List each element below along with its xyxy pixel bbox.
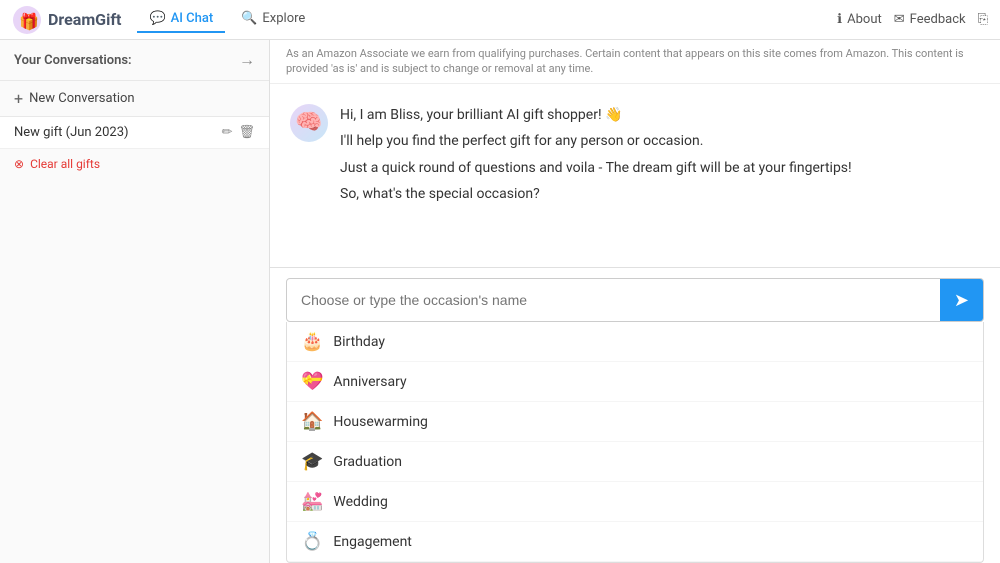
message-line-2: I'll help you find the perfect gift for … <box>340 130 852 152</box>
logo: 🎁 DreamGift <box>12 5 121 35</box>
tab-explore[interactable]: 🔍 Explore <box>229 6 317 33</box>
avatar: 🧠 <box>290 104 328 142</box>
sidebar-header: Your Conversations: → <box>0 40 269 81</box>
conversation-item[interactable]: New gift (Jun 2023) ✏ 🗑 <box>0 117 269 149</box>
edit-icon[interactable]: ✏ <box>222 125 233 140</box>
nav-right: ℹ About ✉ Feedback ⎘ <box>837 12 988 27</box>
send-button[interactable]: ➤ <box>940 279 983 321</box>
engagement-label: Engagement <box>333 534 411 550</box>
input-row: ➤ <box>286 278 984 322</box>
about-button[interactable]: ℹ About <box>837 12 882 27</box>
sidebar-title: Your Conversations: <box>14 53 132 68</box>
wedding-label: Wedding <box>333 494 387 510</box>
wedding-emoji: 💒 <box>301 491 323 512</box>
occasion-input[interactable] <box>287 282 940 318</box>
tab-explore-label: Explore <box>262 11 305 26</box>
new-conversation-label: New Conversation <box>29 91 135 106</box>
message-bubble: Hi, I am Bliss, your brilliant AI gift s… <box>340 104 852 210</box>
feedback-icon: ✉ <box>894 12 905 27</box>
ai-chat-icon: 💬 <box>149 11 165 26</box>
clear-gifts-button[interactable]: ⊗ Clear all gifts <box>0 149 269 179</box>
housewarming-label: Housewarming <box>333 414 428 430</box>
new-conversation-button[interactable]: + New Conversation <box>0 81 269 117</box>
conversation-actions: ✏ 🗑 <box>222 125 255 140</box>
occasion-engagement[interactable]: 💍 Engagement <box>287 522 983 562</box>
clear-gifts-label: Clear all gifts <box>30 157 100 171</box>
chat-messages: 🧠 Hi, I am Bliss, your brilliant AI gift… <box>270 84 1000 267</box>
graduation-label: Graduation <box>333 454 402 470</box>
feedback-button[interactable]: ✉ Feedback <box>894 12 966 27</box>
clear-icon: ⊗ <box>14 157 24 171</box>
occasion-wedding[interactable]: 💒 Wedding <box>287 482 983 522</box>
share-button[interactable]: ⎘ <box>978 12 988 27</box>
logo-icon: 🎁 <box>12 5 42 35</box>
occasion-anniversary[interactable]: 💝 Anniversary <box>287 362 983 402</box>
birthday-label: Birthday <box>333 334 385 350</box>
message-line-1: Hi, I am Bliss, your brilliant AI gift s… <box>340 104 852 126</box>
input-area: ➤ 🎂 Birthday 💝 Anniversary 🏠 Housewarmin… <box>270 267 1000 563</box>
occasion-housewarming[interactable]: 🏠 Housewarming <box>287 402 983 442</box>
logo-text: DreamGift <box>48 10 121 29</box>
disclaimer-bar: As an Amazon Associate we earn from qual… <box>270 40 1000 84</box>
plus-icon: + <box>14 89 23 108</box>
message-line-4: So, what's the special occasion? <box>340 183 852 205</box>
delete-icon[interactable]: 🗑 <box>238 125 255 140</box>
occasion-dropdown: 🎂 Birthday 💝 Anniversary 🏠 Housewarming … <box>286 322 984 563</box>
main-layout: Your Conversations: → + New Conversation… <box>0 40 1000 563</box>
chat-area: As an Amazon Associate we earn from qual… <box>270 40 1000 563</box>
share-icon: ⎘ <box>978 12 988 27</box>
anniversary-emoji: 💝 <box>301 371 323 392</box>
nav-tabs: 💬 AI Chat 🔍 Explore <box>137 6 837 33</box>
message-line-3: Just a quick round of questions and voil… <box>340 157 852 179</box>
housewarming-emoji: 🏠 <box>301 411 323 432</box>
sidebar-collapse-button[interactable]: → <box>239 50 255 70</box>
header: 🎁 DreamGift 💬 AI Chat 🔍 Explore ℹ About … <box>0 0 1000 40</box>
sidebar: Your Conversations: → + New Conversation… <box>0 40 270 563</box>
feedback-label: Feedback <box>910 12 966 27</box>
svg-text:🎁: 🎁 <box>19 12 39 31</box>
anniversary-label: Anniversary <box>333 374 406 390</box>
birthday-emoji: 🎂 <box>301 331 323 352</box>
message-row: 🧠 Hi, I am Bliss, your brilliant AI gift… <box>290 104 980 210</box>
conversation-label: New gift (Jun 2023) <box>14 125 129 140</box>
graduation-emoji: 🎓 <box>301 451 323 472</box>
about-icon: ℹ <box>837 12 842 27</box>
about-label: About <box>847 12 882 27</box>
disclaimer-text: As an Amazon Associate we earn from qual… <box>286 47 964 75</box>
occasion-graduation[interactable]: 🎓 Graduation <box>287 442 983 482</box>
explore-icon: 🔍 <box>241 11 257 26</box>
occasion-birthday[interactable]: 🎂 Birthday <box>287 322 983 362</box>
tab-ai-chat[interactable]: 💬 AI Chat <box>137 6 225 33</box>
tab-ai-chat-label: AI Chat <box>171 11 214 26</box>
engagement-emoji: 💍 <box>301 531 323 552</box>
